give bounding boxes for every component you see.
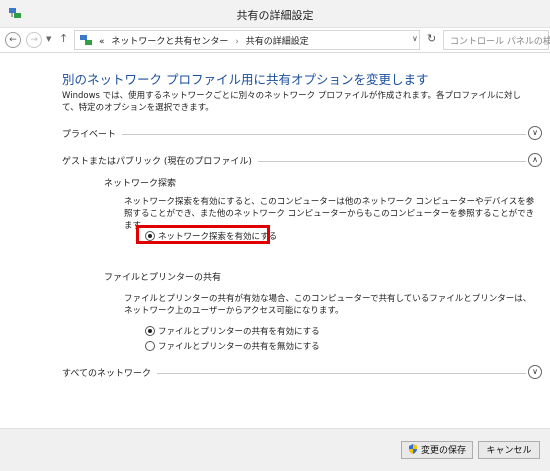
profile-all-networks[interactable]: すべてのネットワーク ∨ bbox=[62, 365, 544, 381]
chevron-down-icon[interactable]: ∨ bbox=[412, 34, 418, 43]
chevron-up-icon[interactable]: ∧ bbox=[528, 153, 542, 167]
page-title: 別のネットワーク プロファイル用に共有オプションを変更します bbox=[62, 72, 429, 87]
cancel-button[interactable]: キャンセル bbox=[478, 441, 540, 459]
recent-locations-dropdown[interactable]: ▼ bbox=[46, 35, 51, 43]
radio-label: ネットワーク探索を無効にする bbox=[158, 246, 278, 256]
window-title: 共有の詳細設定 bbox=[236, 9, 314, 22]
radio-label: ネットワーク探索を有効にする bbox=[158, 232, 278, 242]
chevron-down-icon[interactable]: ∨ bbox=[528, 126, 542, 140]
radio-button[interactable] bbox=[145, 245, 155, 255]
radio-button[interactable] bbox=[145, 326, 155, 336]
breadcrumb-overflow[interactable]: « bbox=[99, 37, 105, 47]
shield-icon bbox=[408, 444, 417, 454]
radio-button[interactable] bbox=[145, 341, 155, 351]
back-arrow-icon[interactable]: ← bbox=[5, 32, 21, 48]
file-sharing-description: ファイルとプリンターの共有が有効な場合、このコンピューターで共有しているファイル… bbox=[124, 294, 532, 316]
intro-text: Windows では、使用するネットワークごとに別々のネットワーク プロファイル… bbox=[62, 91, 522, 113]
radio-label: ファイルとプリンターの共有を有効にする bbox=[158, 327, 320, 337]
network-discovery-title: ネットワーク探索 bbox=[104, 179, 177, 189]
title-bar: 共有の詳細設定 bbox=[0, 0, 550, 28]
footer: 変更の保存 キャンセル bbox=[0, 428, 550, 471]
file-sharing-title: ファイルとプリンターの共有 bbox=[104, 273, 222, 283]
profile-label: プライベート bbox=[62, 127, 123, 140]
profile-private[interactable]: プライベート ∨ bbox=[62, 126, 544, 142]
up-arrow-icon[interactable]: ↑ bbox=[59, 32, 68, 45]
search-input[interactable]: コントロール パネルの検 bbox=[443, 30, 550, 50]
network-icon bbox=[80, 35, 92, 45]
divider bbox=[62, 134, 526, 135]
breadcrumb-item-network-center[interactable]: ネットワークと共有センター bbox=[111, 37, 228, 47]
forward-arrow-icon[interactable]: → bbox=[26, 32, 42, 48]
breadcrumb-separator: › bbox=[235, 37, 239, 47]
radio-label: ファイルとプリンターの共有を無効にする bbox=[158, 342, 320, 352]
breadcrumb-item-advanced-sharing[interactable]: 共有の詳細設定 bbox=[246, 37, 309, 47]
save-button-label: 変更の保存 bbox=[420, 446, 466, 456]
save-button[interactable]: 変更の保存 bbox=[401, 441, 473, 459]
profile-label: すべてのネットワーク bbox=[62, 366, 158, 379]
breadcrumb[interactable]: « ネットワークと共有センター › 共有の詳細設定 bbox=[74, 30, 420, 50]
profile-guest-public[interactable]: ゲストまたはパブリック (現在のプロファイル) ∧ bbox=[62, 153, 544, 169]
chevron-down-icon[interactable]: ∨ bbox=[528, 365, 542, 379]
search-placeholder: コントロール パネルの検 bbox=[450, 37, 550, 47]
profile-label: ゲストまたはパブリック (現在のプロファイル) bbox=[62, 154, 258, 167]
radio-button[interactable] bbox=[145, 231, 155, 241]
refresh-icon[interactable]: ↻ bbox=[427, 32, 436, 45]
